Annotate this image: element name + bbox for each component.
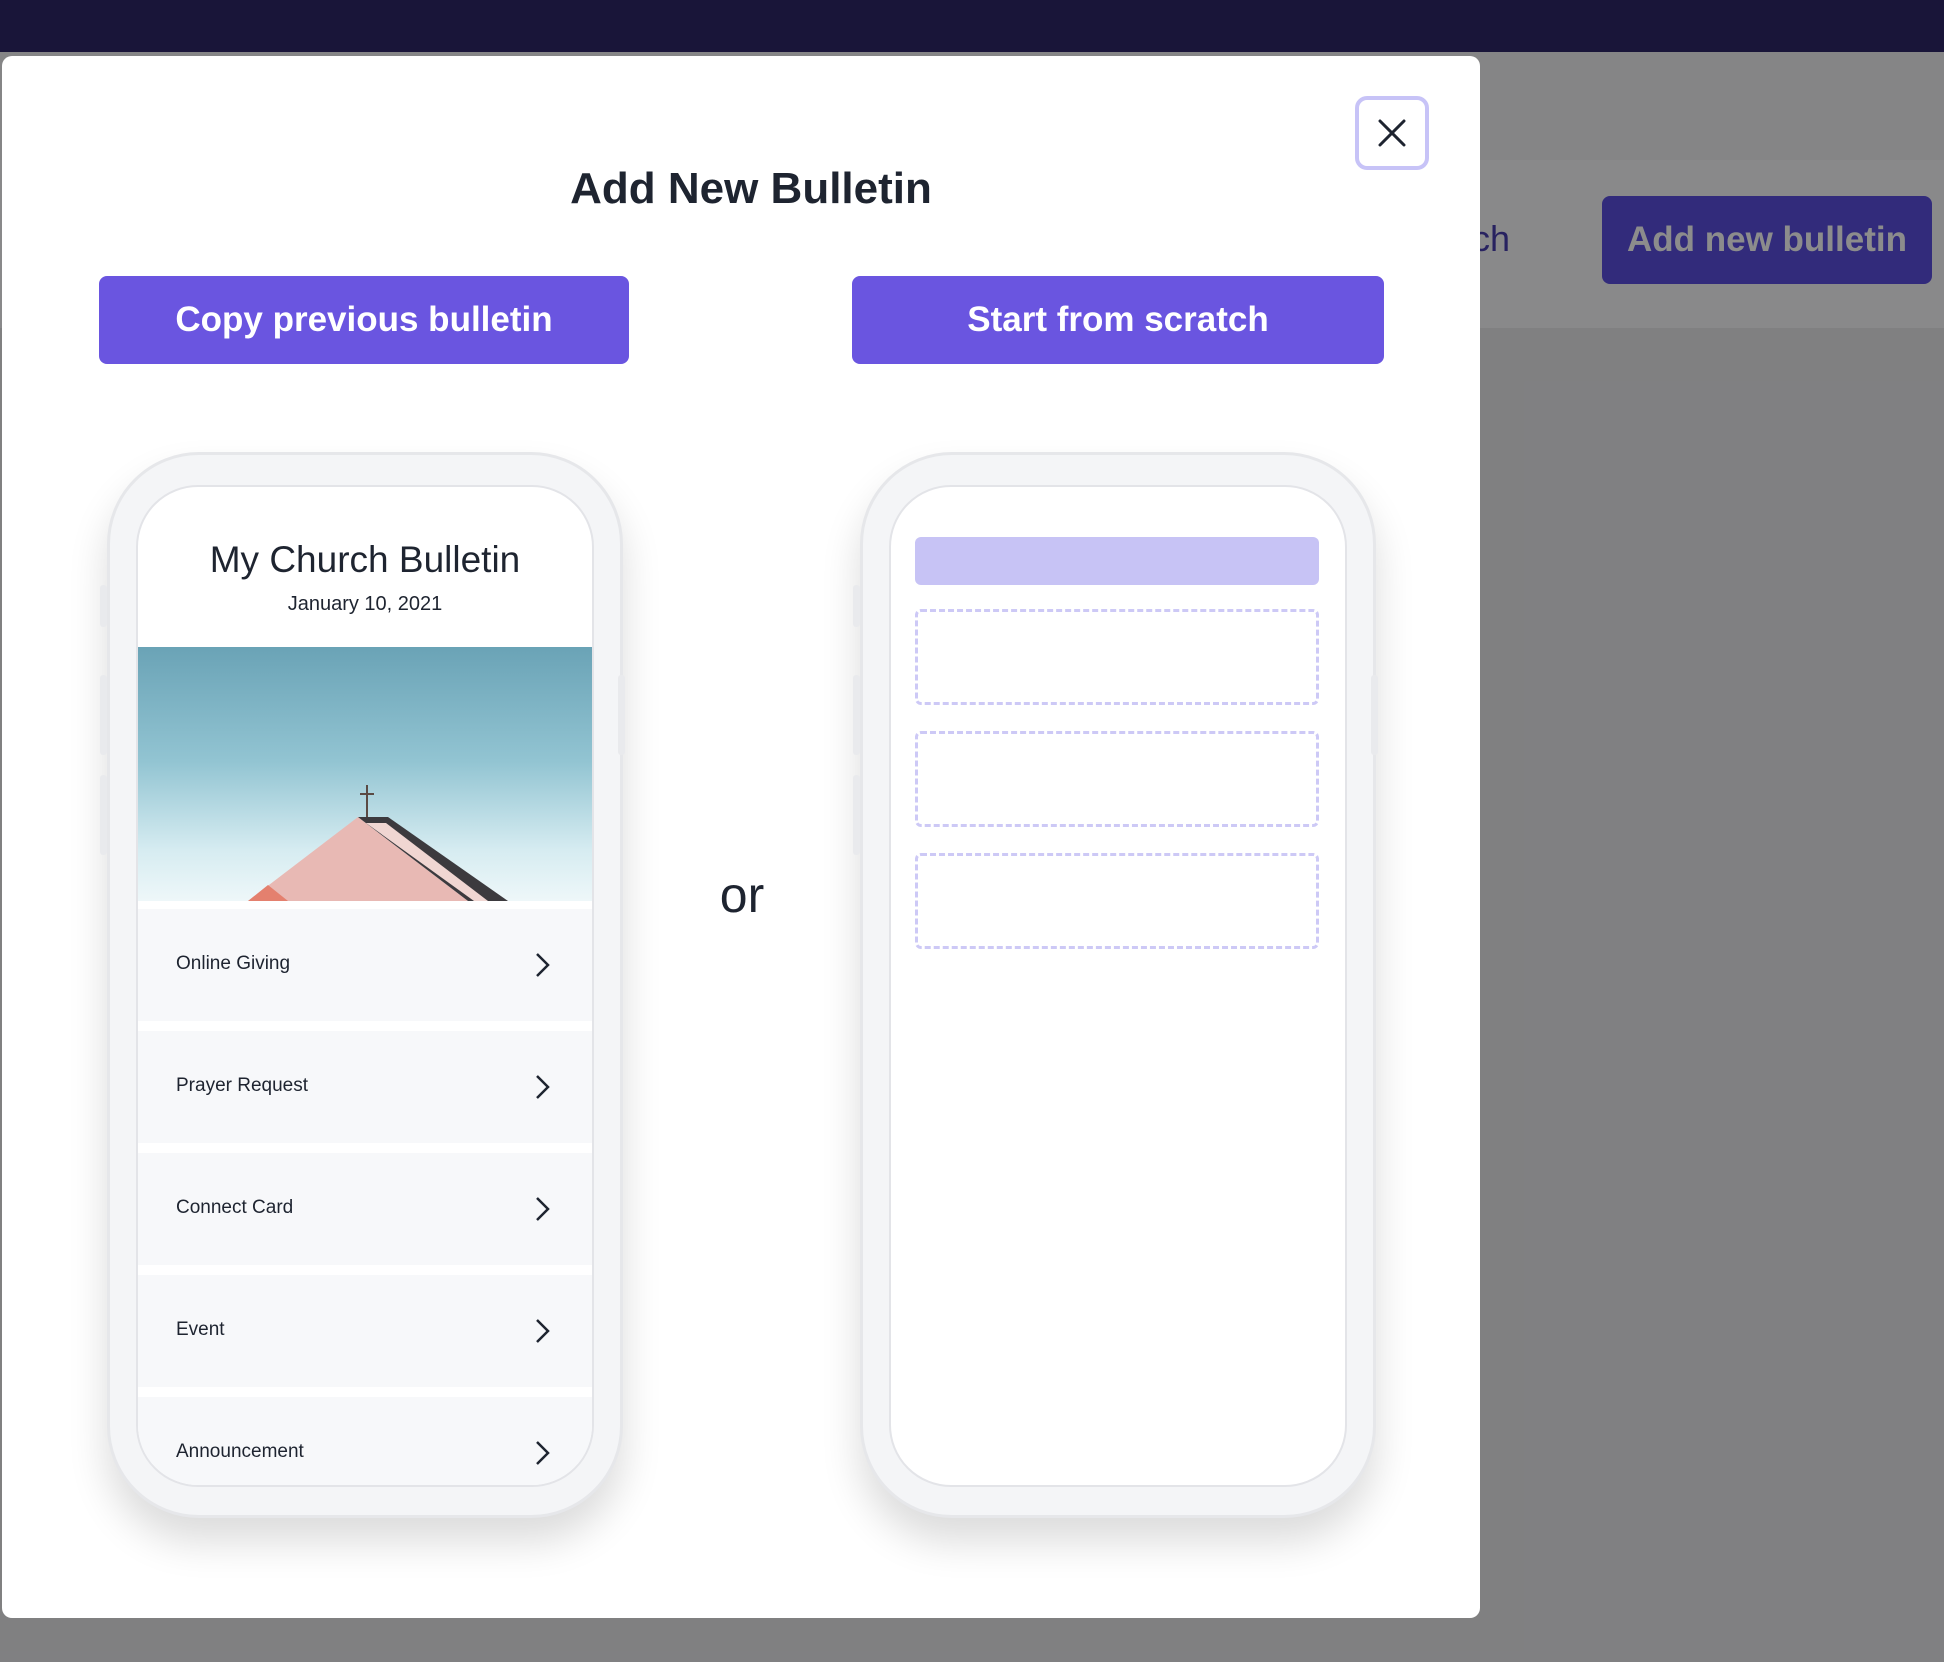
placeholder-title-bar <box>915 537 1319 585</box>
phone-side-button <box>100 775 107 855</box>
bulletin-title: My Church Bulletin <box>209 539 521 580</box>
or-separator: or <box>719 867 765 923</box>
list-item-connect-card: Connect Card <box>138 1153 592 1265</box>
phone-side-button <box>100 675 107 755</box>
modal-title: Add New Bulletin <box>570 164 932 213</box>
close-button[interactable] <box>1355 96 1429 170</box>
copy-preview-phone[interactable]: My Church Bulletin January 10, 2021 Onli… <box>100 452 625 1518</box>
start-from-scratch-button[interactable]: Start from scratch <box>852 276 1384 364</box>
phone-side-button <box>853 675 860 755</box>
copy-previous-bulletin-button[interactable]: Copy previous bulletin <box>99 276 629 364</box>
list-item-online-giving: Online Giving <box>138 909 592 1021</box>
placeholder-block <box>915 731 1319 827</box>
list-item-label: Connect Card <box>176 1197 294 1218</box>
chevron-right-icon <box>536 1075 550 1099</box>
chevron-right-icon <box>536 1319 550 1343</box>
phone-side-button <box>853 585 860 627</box>
add-bulletin-modal: Add New Bulletin Copy previous bulletin … <box>2 56 1480 1618</box>
placeholder-block <box>915 853 1319 949</box>
scratch-preview-screen <box>889 485 1347 1487</box>
chevron-right-icon <box>536 953 550 977</box>
list-item-announcement: Announcement <box>138 1397 592 1485</box>
phone-side-button <box>853 775 860 855</box>
phone-side-button <box>100 585 107 627</box>
phone-side-button <box>1371 675 1378 755</box>
chevron-right-icon <box>536 1197 550 1221</box>
phone-side-button <box>618 675 625 755</box>
list-item-prayer-request: Prayer Request <box>138 1031 592 1143</box>
bulletin-item-list: Online Giving Prayer Request Connect Car… <box>138 909 592 1485</box>
copy-preview-screen: My Church Bulletin January 10, 2021 Onli… <box>136 485 594 1487</box>
church-hero-image <box>138 647 592 901</box>
close-icon <box>1378 119 1406 147</box>
scratch-preview-phone[interactable] <box>853 452 1378 1518</box>
list-item-label: Event <box>176 1319 225 1340</box>
list-item-label: Announcement <box>176 1441 304 1462</box>
list-item-label: Prayer Request <box>176 1075 309 1096</box>
chevron-right-icon <box>536 1441 550 1465</box>
list-item-label: Online Giving <box>176 953 291 974</box>
list-item-event: Event <box>138 1275 592 1387</box>
bulletin-date: January 10, 2021 <box>287 593 443 615</box>
church-roof-illustration <box>248 785 508 901</box>
placeholder-block <box>915 609 1319 705</box>
